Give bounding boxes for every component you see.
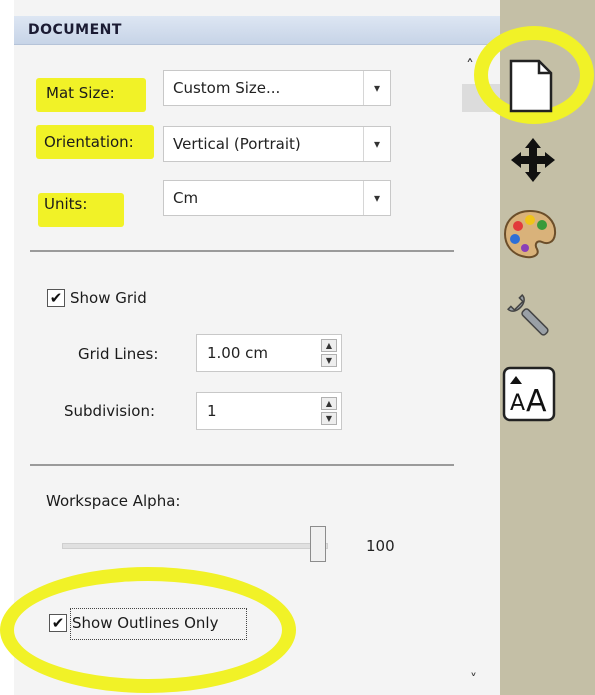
show-grid-checkbox[interactable]: ✔ (47, 289, 65, 307)
units-select[interactable]: Cm ▾ (163, 180, 391, 216)
spin-up-button[interactable]: ▲ (321, 339, 337, 352)
svg-text:A: A (510, 391, 525, 416)
subdivision-label: Subdivision: (64, 402, 156, 420)
mat-size-label: Mat Size: (46, 84, 115, 102)
orientation-select[interactable]: Vertical (Portrait) ▾ (163, 126, 391, 162)
section-divider (30, 250, 454, 252)
subdivision-stepper[interactable]: 1 ▲ ▼ (196, 392, 342, 430)
spin-down-button[interactable]: ▼ (321, 412, 337, 425)
grid-lines-label: Grid Lines: (78, 345, 159, 363)
scroll-up-button[interactable]: ˄ (466, 56, 474, 75)
show-outlines-label: Show Outlines Only (72, 614, 219, 632)
units-value: Cm (173, 189, 199, 207)
units-label: Units: (44, 195, 88, 213)
grid-lines-value: 1.00 cm (207, 344, 269, 362)
chevron-down-icon[interactable]: ▾ (363, 181, 390, 215)
svg-text:A: A (526, 384, 547, 419)
text-icon[interactable]: A A (502, 366, 556, 422)
spin-up-button[interactable]: ▲ (321, 397, 337, 410)
subdivision-value: 1 (207, 402, 217, 420)
mat-size-value: Custom Size... (173, 79, 281, 97)
wrench-icon[interactable] (505, 292, 555, 342)
panel-title: DOCUMENT (28, 22, 122, 38)
show-outlines-checkbox[interactable]: ✔ (49, 614, 67, 632)
mat-size-select[interactable]: Custom Size... ▾ (163, 70, 391, 106)
orientation-label: Orientation: (44, 133, 134, 151)
show-grid-label: Show Grid (70, 289, 147, 307)
workspace-alpha-value: 100 (366, 537, 395, 555)
document-icon[interactable] (508, 58, 554, 114)
chevron-down-icon[interactable]: ▾ (363, 71, 390, 105)
orientation-value: Vertical (Portrait) (173, 135, 301, 153)
workspace-alpha-label: Workspace Alpha: (46, 492, 181, 510)
chevron-down-icon[interactable]: ▾ (363, 127, 390, 161)
workspace-alpha-slider-track[interactable] (62, 543, 328, 549)
section-divider (30, 464, 454, 466)
scroll-down-button[interactable]: ˅ (470, 672, 477, 688)
workspace-alpha-slider-thumb[interactable] (310, 526, 326, 562)
panel-scrollbar[interactable] (462, 55, 500, 695)
palette-icon[interactable] (502, 208, 558, 260)
grid-lines-stepper[interactable]: 1.00 cm ▲ ▼ (196, 334, 342, 372)
panel-header: DOCUMENT (14, 16, 500, 45)
move-icon[interactable] (511, 138, 555, 182)
spin-down-button[interactable]: ▼ (321, 354, 337, 367)
